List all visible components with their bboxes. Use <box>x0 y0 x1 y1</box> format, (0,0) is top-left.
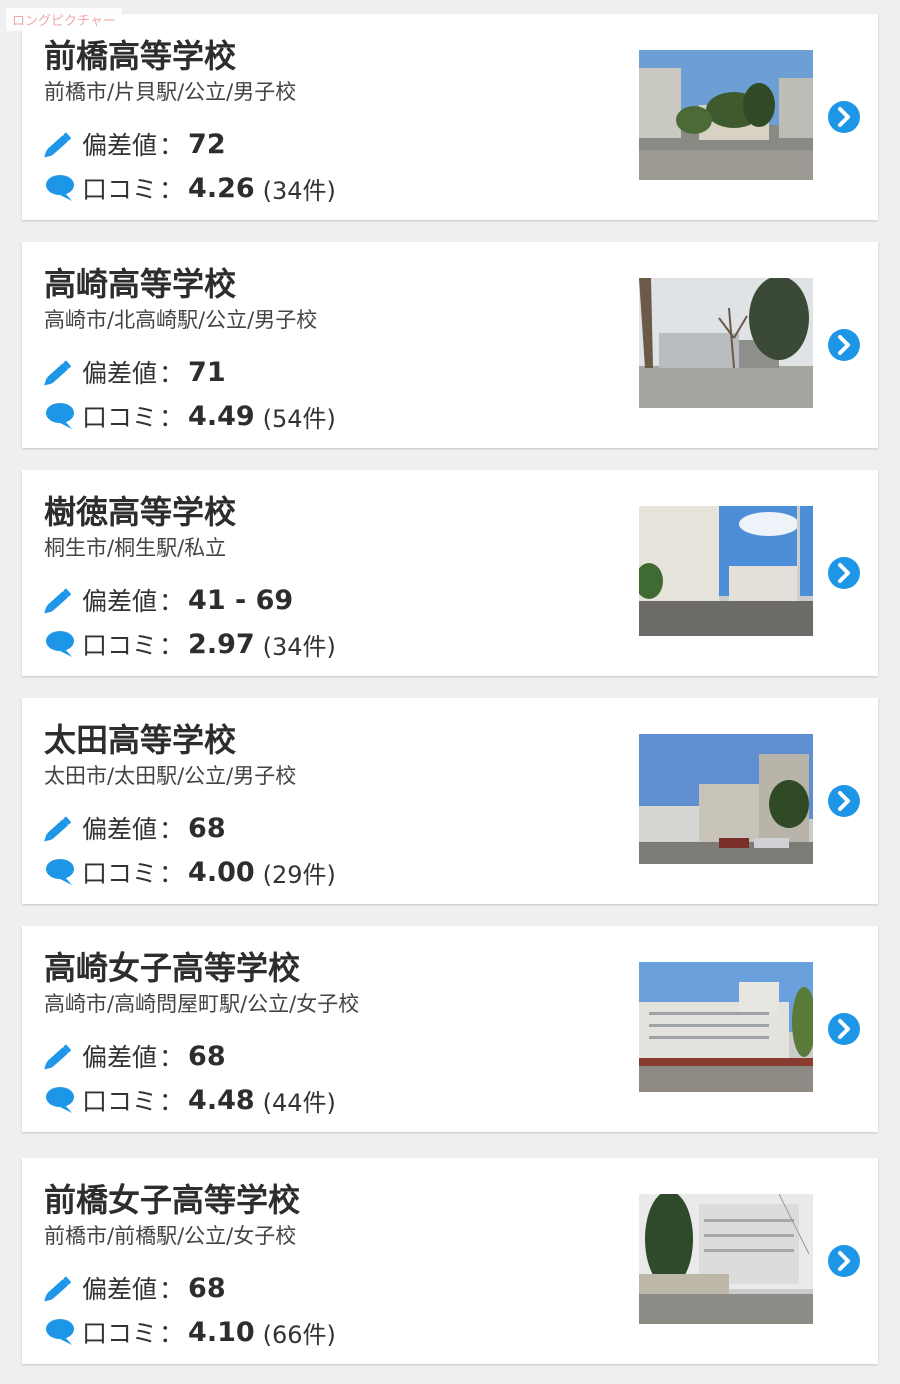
deviation-colon: ： <box>159 131 185 160</box>
school-name[interactable]: 高崎女子高等学校 <box>44 948 300 988</box>
review-label: 口コミ <box>82 631 158 660</box>
school-card[interactable]: 前橋高等学校 前橋市/片貝駅/公立/男子校 偏差値 ： 72 口コミ ： 4.2… <box>22 14 878 220</box>
deviation-value: 72 <box>188 128 226 160</box>
deviation-value: 68 <box>188 812 226 844</box>
deviation-label: 偏差値 <box>82 587 158 616</box>
school-meta: 前橋市/前橋駅/公立/女子校 <box>44 1224 297 1248</box>
deviation-label: 偏差値 <box>82 359 158 388</box>
deviation-row: 偏差値 ： 68 <box>42 810 226 846</box>
school-meta: 高崎市/高崎問屋町駅/公立/女子校 <box>44 992 360 1016</box>
chevron-right-circle-icon[interactable] <box>827 1012 861 1046</box>
pencil-icon <box>44 360 71 386</box>
speech-bubble-icon <box>46 1087 74 1113</box>
school-card[interactable]: 前橋女子高等学校 前橋市/前橋駅/公立/女子校 偏差値 ： 68 口コミ ： 4… <box>22 1158 878 1364</box>
chevron-right-circle-icon[interactable] <box>827 100 861 134</box>
pencil-icon <box>44 816 71 842</box>
watermark-label: ロングピクチャー <box>6 8 122 31</box>
review-rating: 4.48 <box>188 1084 255 1116</box>
pencil-icon <box>44 1044 71 1070</box>
deviation-row: 偏差値 ： 71 <box>42 354 226 390</box>
deviation-row: 偏差値 ： 68 <box>42 1038 226 1074</box>
pencil-icon <box>44 588 71 614</box>
speech-bubble-icon <box>46 175 74 201</box>
deviation-label: 偏差値 <box>82 1043 158 1072</box>
review-row: 口コミ ： 4.10 (66件) <box>42 1314 336 1350</box>
deviation-value: 68 <box>188 1040 226 1072</box>
review-row: 口コミ ： 2.97 (34件) <box>42 626 336 662</box>
school-meta: 桐生市/桐生駅/私立 <box>44 536 227 560</box>
school-card[interactable]: 高崎女子高等学校 高崎市/高崎問屋町駅/公立/女子校 偏差値 ： 68 口コミ … <box>22 926 878 1132</box>
review-count: (34件) <box>262 176 336 205</box>
deviation-colon: ： <box>159 587 185 616</box>
pencil-icon <box>44 1276 71 1302</box>
speech-bubble-icon <box>46 1319 74 1345</box>
review-label: 口コミ <box>82 175 158 204</box>
review-colon: ： <box>159 859 185 888</box>
review-row: 口コミ ： 4.00 (29件) <box>42 854 336 890</box>
school-name[interactable]: 太田高等学校 <box>44 720 236 760</box>
review-count: (34件) <box>262 632 336 661</box>
review-row: 口コミ ： 4.26 (34件) <box>42 170 336 206</box>
deviation-label: 偏差値 <box>82 815 158 844</box>
school-name[interactable]: 前橋高等学校 <box>44 36 236 76</box>
review-count: (29件) <box>262 860 336 889</box>
review-label: 口コミ <box>82 859 158 888</box>
deviation-row: 偏差値 ： 41 - 69 <box>42 582 293 618</box>
school-name[interactable]: 高崎高等学校 <box>44 264 236 304</box>
chevron-right-circle-icon[interactable] <box>827 784 861 818</box>
school-card[interactable]: 太田高等学校 太田市/太田駅/公立/男子校 偏差値 ： 68 口コミ ： 4.0… <box>22 698 878 904</box>
school-name[interactable]: 前橋女子高等学校 <box>44 1180 300 1220</box>
deviation-colon: ： <box>159 1043 185 1072</box>
deviation-label: 偏差値 <box>82 1275 158 1304</box>
school-photo[interactable] <box>639 50 813 180</box>
review-rating: 2.97 <box>188 628 255 660</box>
school-photo[interactable] <box>639 1194 813 1324</box>
deviation-row: 偏差値 ： 72 <box>42 126 226 162</box>
chevron-right-circle-icon[interactable] <box>827 328 861 362</box>
review-rating: 4.00 <box>188 856 255 888</box>
school-card[interactable]: 樹徳高等学校 桐生市/桐生駅/私立 偏差値 ： 41 - 69 口コミ ： 2.… <box>22 470 878 676</box>
school-meta: 太田市/太田駅/公立/男子校 <box>44 764 297 788</box>
deviation-colon: ： <box>159 359 185 388</box>
school-name[interactable]: 樹徳高等学校 <box>44 492 236 532</box>
review-row: 口コミ ： 4.49 (54件) <box>42 398 336 434</box>
speech-bubble-icon <box>46 631 74 657</box>
speech-bubble-icon <box>46 859 74 885</box>
review-count: (66件) <box>262 1320 336 1349</box>
school-meta: 高崎市/北高崎駅/公立/男子校 <box>44 308 318 332</box>
review-colon: ： <box>159 1087 185 1116</box>
deviation-colon: ： <box>159 1275 185 1304</box>
school-photo[interactable] <box>639 278 813 408</box>
pencil-icon <box>44 132 71 158</box>
review-count: (44件) <box>262 1088 336 1117</box>
deviation-row: 偏差値 ： 68 <box>42 1270 226 1306</box>
school-photo[interactable] <box>639 962 813 1092</box>
speech-bubble-icon <box>46 403 74 429</box>
review-colon: ： <box>159 175 185 204</box>
review-rating: 4.49 <box>188 400 255 432</box>
school-card[interactable]: 高崎高等学校 高崎市/北高崎駅/公立/男子校 偏差値 ： 71 口コミ ： 4.… <box>22 242 878 448</box>
review-label: 口コミ <box>82 1319 158 1348</box>
school-photo[interactable] <box>639 506 813 636</box>
school-photo[interactable] <box>639 734 813 864</box>
review-count: (54件) <box>262 404 336 433</box>
review-rating: 4.10 <box>188 1316 255 1348</box>
review-colon: ： <box>159 631 185 660</box>
chevron-right-circle-icon[interactable] <box>827 556 861 590</box>
review-row: 口コミ ： 4.48 (44件) <box>42 1082 336 1118</box>
review-colon: ： <box>159 1319 185 1348</box>
deviation-label: 偏差値 <box>82 131 158 160</box>
review-label: 口コミ <box>82 1087 158 1116</box>
deviation-value: 71 <box>188 356 226 388</box>
school-meta: 前橋市/片貝駅/公立/男子校 <box>44 80 297 104</box>
deviation-colon: ： <box>159 815 185 844</box>
review-colon: ： <box>159 403 185 432</box>
deviation-value: 41 - 69 <box>188 584 294 616</box>
deviation-value: 68 <box>188 1272 226 1304</box>
chevron-right-circle-icon[interactable] <box>827 1244 861 1278</box>
review-label: 口コミ <box>82 403 158 432</box>
review-rating: 4.26 <box>188 172 255 204</box>
